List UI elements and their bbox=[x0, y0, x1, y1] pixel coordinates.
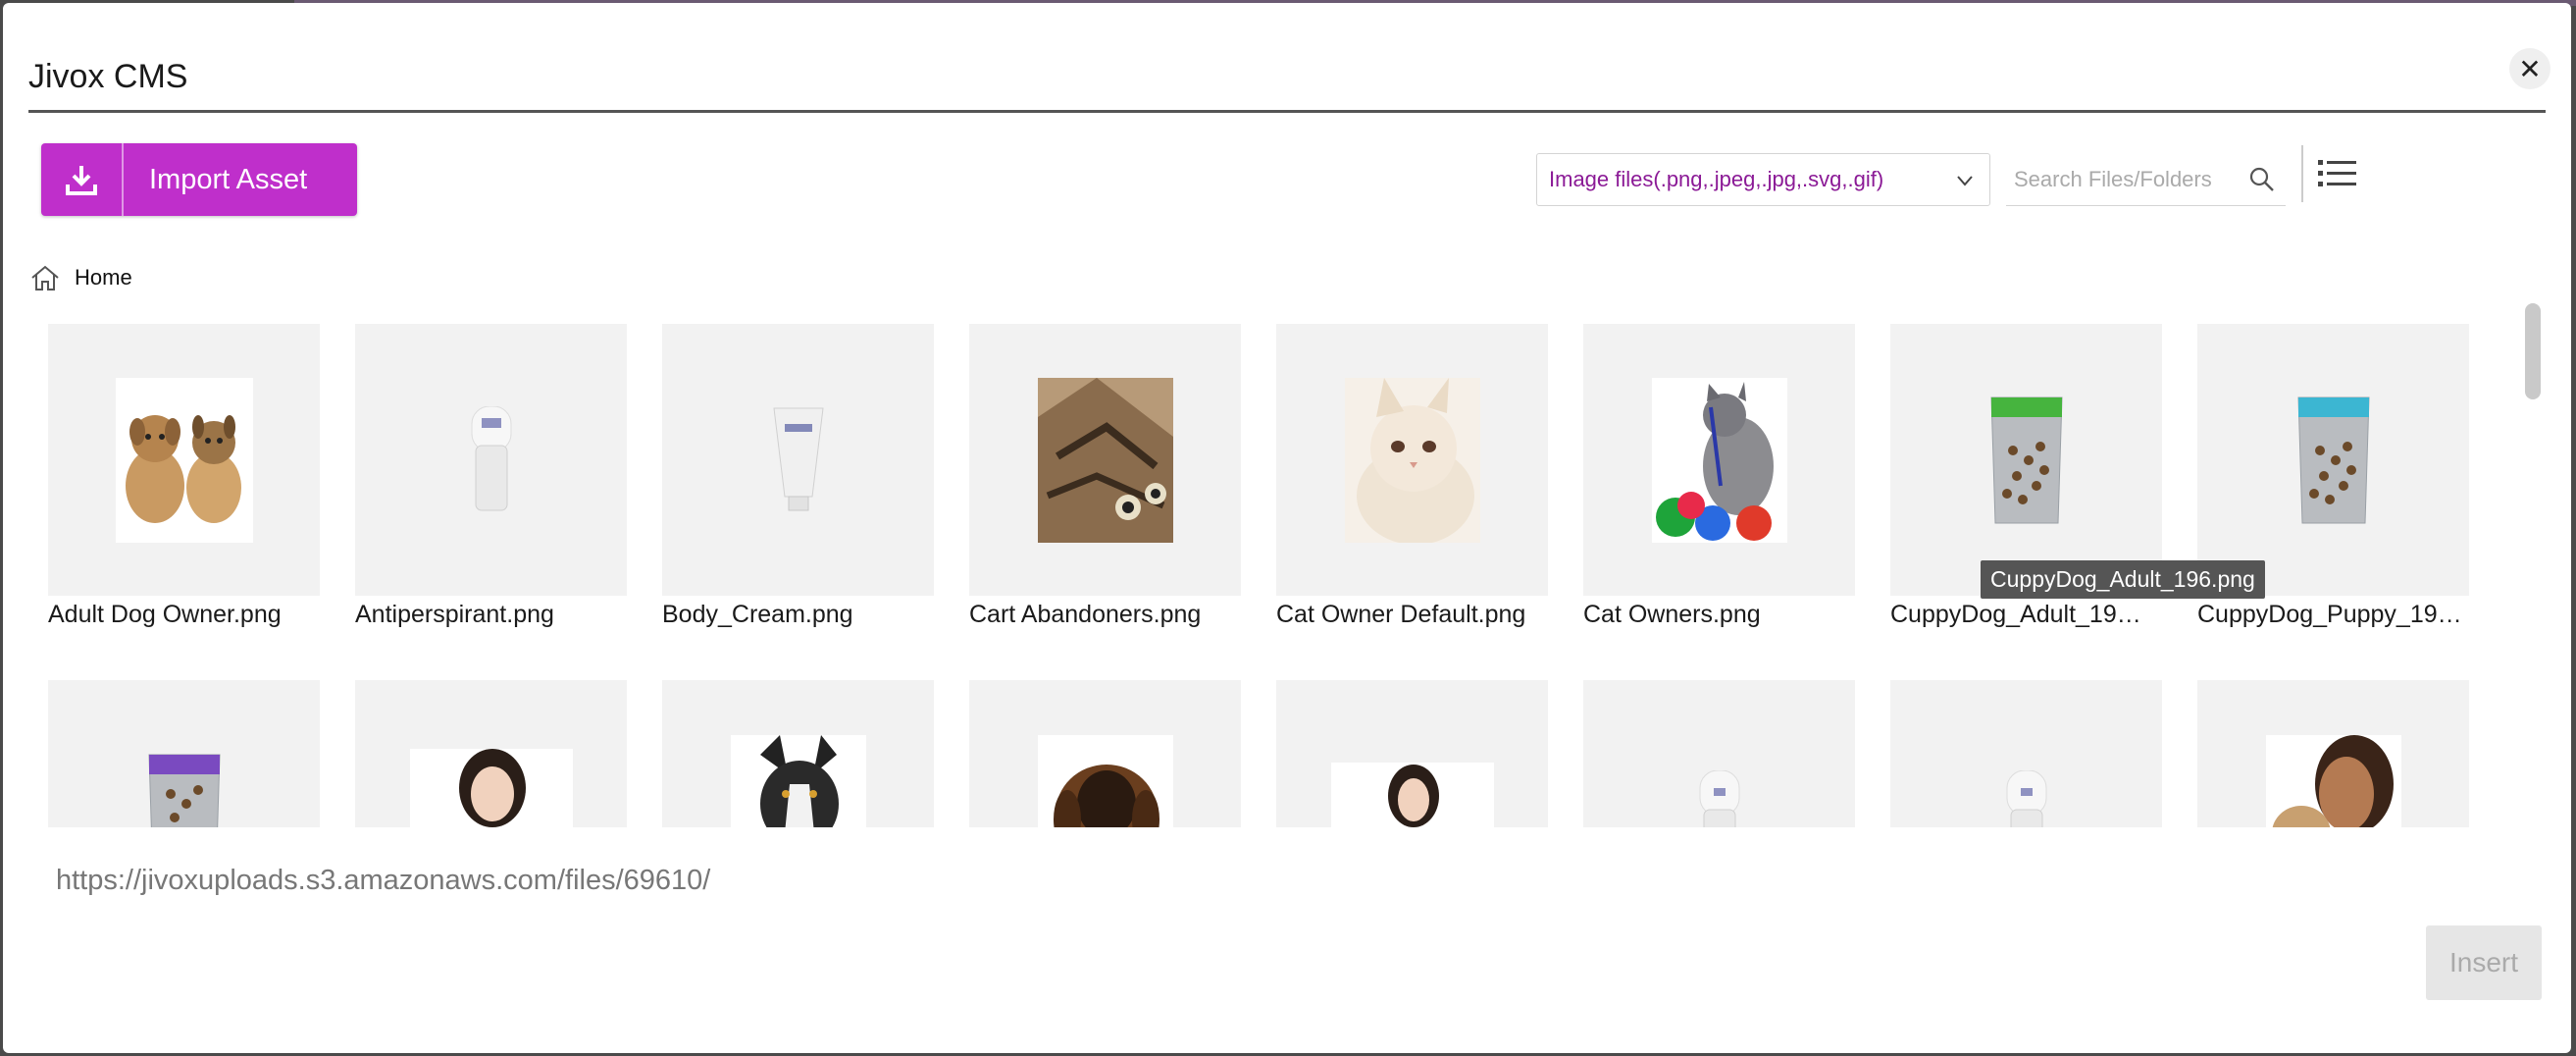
scrollbar[interactable] bbox=[2522, 299, 2544, 827]
bottle-image bbox=[2006, 770, 2046, 827]
woman-image bbox=[409, 749, 573, 827]
asset-name: Cat Owner Default.png bbox=[1276, 601, 1526, 628]
beagle-image bbox=[1037, 735, 1173, 827]
file-type-filter-select[interactable]: Image files(.png,.jpeg,.jpg,.svg,.gif) bbox=[1536, 153, 1990, 206]
toolbar-divider bbox=[2301, 145, 2303, 202]
asset-thumbnail bbox=[48, 680, 320, 827]
asset-thumbnail bbox=[1276, 680, 1548, 827]
bottle-image bbox=[471, 405, 511, 510]
cms-modal: Jivox CMS ✕ Import Asset Image files(.pn… bbox=[3, 3, 2571, 1053]
woman-image bbox=[1330, 763, 1494, 827]
asset-tile-body-cream[interactable]: Body_Cream.png bbox=[662, 324, 934, 680]
asset-thumbnail bbox=[1890, 680, 2162, 827]
asset-tile[interactable] bbox=[662, 680, 934, 827]
chevron-down-icon bbox=[1957, 176, 1973, 186]
asset-tile[interactable] bbox=[1890, 680, 2162, 827]
asset-tile[interactable] bbox=[1276, 680, 1548, 827]
cuppydog-senior-bag-image bbox=[147, 754, 221, 827]
asset-url: https://jivoxuploads.s3.amazonaws.com/fi… bbox=[56, 865, 711, 896]
list-view-icon bbox=[2318, 160, 2356, 186]
download-icon bbox=[41, 143, 124, 216]
import-asset-button[interactable]: Import Asset bbox=[41, 143, 357, 216]
asset-tile-cuppydog-adult[interactable]: CuppyDog_Adult_19… bbox=[1890, 324, 2162, 680]
asset-name: Adult Dog Owner.png bbox=[48, 601, 282, 628]
cat-yarn-image bbox=[1651, 377, 1787, 543]
insert-button[interactable]: Insert bbox=[2426, 925, 2542, 1000]
asset-thumbnail bbox=[1583, 324, 1855, 596]
tube-image bbox=[772, 407, 824, 510]
asset-thumbnail bbox=[355, 680, 627, 827]
close-button[interactable]: ✕ bbox=[2509, 48, 2550, 89]
dog-image bbox=[730, 735, 866, 827]
asset-name: Cart Abandoners.png bbox=[969, 601, 1202, 628]
asset-name: Antiperspirant.png bbox=[355, 601, 554, 628]
asset-name-tooltip: CuppyDog_Adult_196.png bbox=[1981, 560, 2265, 599]
asset-tile-antiperspirant[interactable]: Antiperspirant.png bbox=[355, 324, 627, 680]
asset-tile[interactable] bbox=[2197, 680, 2469, 827]
asset-name: CuppyDog_Puppy_19… bbox=[2197, 601, 2462, 628]
scrollbar-thumb[interactable] bbox=[2525, 303, 2541, 399]
asset-thumbnail bbox=[355, 324, 627, 596]
asset-name: CuppyDog_Adult_19… bbox=[1890, 601, 2141, 628]
asset-thumbnail bbox=[1583, 680, 1855, 827]
asset-thumbnail bbox=[1890, 324, 2162, 596]
asset-thumbnail bbox=[662, 680, 934, 827]
asset-tile-cart-abandoners[interactable]: Cart Abandoners.png bbox=[969, 324, 1241, 680]
title-divider bbox=[28, 110, 2546, 113]
modal-title: Jivox CMS bbox=[28, 58, 188, 95]
asset-thumbnail bbox=[2197, 680, 2469, 827]
asset-name: Body_Cream.png bbox=[662, 601, 853, 628]
import-asset-label: Import Asset bbox=[149, 163, 308, 195]
woman-with-cat-image bbox=[2265, 735, 2401, 827]
cuppydog-puppy-bag-image bbox=[2296, 396, 2370, 523]
home-icon bbox=[31, 265, 59, 290]
filter-value: Image files(.png,.jpeg,.jpg,.svg,.gif) bbox=[1549, 167, 1884, 191]
asset-name: Cat Owners.png bbox=[1583, 601, 1761, 628]
search-icon[interactable] bbox=[2248, 166, 2276, 193]
asset-thumbnail bbox=[969, 680, 1241, 827]
asset-tile-cat-owners[interactable]: Cat Owners.png bbox=[1583, 324, 1855, 680]
breadcrumb-home: Home bbox=[75, 265, 132, 290]
white-cat-image bbox=[1344, 377, 1480, 543]
asset-tile-cuppydog-puppy[interactable]: CuppyDog_Puppy_19… bbox=[2197, 324, 2469, 680]
asset-thumbnail bbox=[662, 324, 934, 596]
asset-tile-adult-dog-owner[interactable]: Adult Dog Owner.png bbox=[48, 324, 320, 680]
dogs-image bbox=[115, 377, 253, 543]
asset-thumbnail bbox=[2197, 324, 2469, 596]
search-box bbox=[2006, 153, 2286, 206]
asset-tile[interactable] bbox=[1583, 680, 1855, 827]
close-icon: ✕ bbox=[2518, 53, 2542, 84]
asset-thumbnail bbox=[48, 324, 320, 596]
list-view-button[interactable] bbox=[2316, 154, 2359, 197]
search-input[interactable] bbox=[2006, 166, 2222, 192]
asset-tile[interactable] bbox=[969, 680, 1241, 827]
cat-image bbox=[1037, 377, 1173, 543]
asset-thumbnail bbox=[1276, 324, 1548, 596]
asset-thumbnail bbox=[969, 324, 1241, 596]
breadcrumb[interactable]: Home bbox=[29, 264, 132, 291]
asset-tile-cat-owner-default[interactable]: Cat Owner Default.png bbox=[1276, 324, 1548, 680]
asset-tile[interactable] bbox=[48, 680, 320, 827]
cuppydog-adult-bag-image bbox=[1989, 396, 2063, 523]
asset-tile[interactable] bbox=[355, 680, 627, 827]
bottle-image bbox=[1699, 770, 1739, 827]
